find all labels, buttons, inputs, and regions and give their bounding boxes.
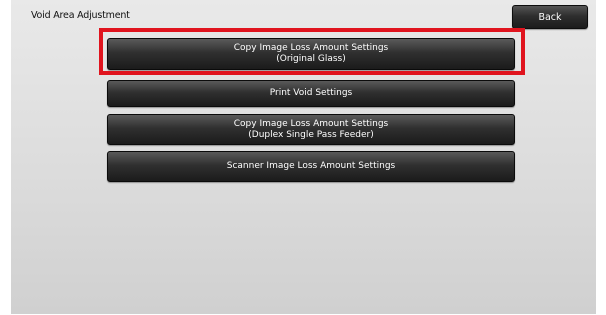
- button-sublabel: (Duplex Single Pass Feeder): [248, 129, 374, 140]
- copy-image-loss-duplex-feeder-button[interactable]: Copy Image Loss Amount Settings (Duplex …: [107, 114, 515, 145]
- back-button[interactable]: Back: [512, 5, 588, 29]
- copy-image-loss-original-glass-button[interactable]: Copy Image Loss Amount Settings (Origina…: [107, 38, 515, 70]
- scanner-image-loss-button[interactable]: Scanner Image Loss Amount Settings: [107, 151, 515, 182]
- page-title: Void Area Adjustment: [31, 10, 130, 21]
- button-label: Scanner Image Loss Amount Settings: [226, 161, 396, 171]
- print-void-settings-button[interactable]: Print Void Settings: [107, 80, 515, 107]
- button-label: Copy Image Loss Amount Settings: [233, 43, 389, 53]
- button-label: Print Void Settings: [269, 88, 353, 98]
- button-sublabel: (Original Glass): [276, 54, 346, 64]
- button-label: Copy Image Loss Amount Settings: [233, 118, 389, 129]
